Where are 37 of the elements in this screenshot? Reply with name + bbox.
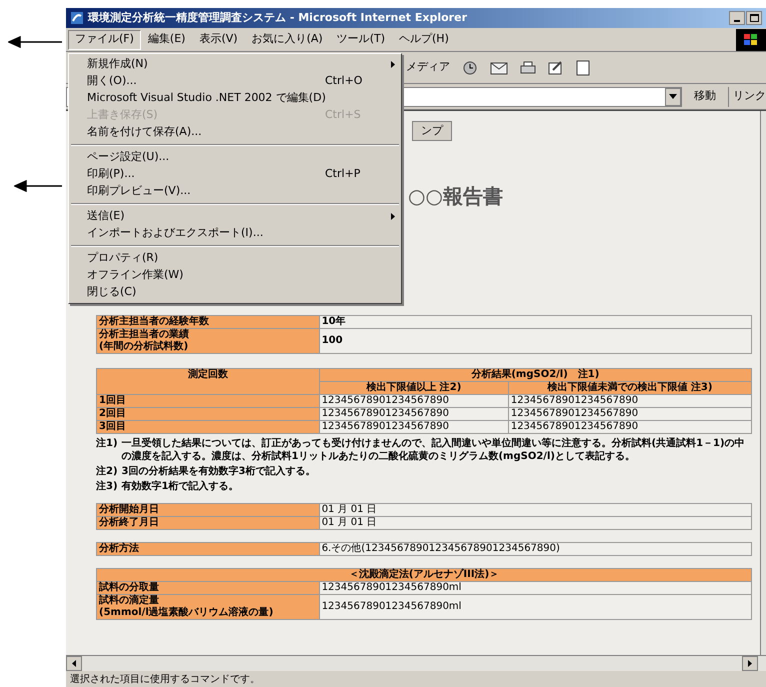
column-header: 検出下限値未満での検出下限値 注3): [508, 382, 752, 394]
note-mark: 注2): [96, 465, 118, 478]
table-cell: 12345678901234567890: [319, 420, 508, 434]
value-cell: 6.その他(123456789012345678901234567890): [319, 542, 752, 556]
note-mark: 注1): [96, 437, 118, 451]
table-cell: 12345678901234567890: [508, 420, 752, 434]
window-title: 環境測定分析統一精度管理調査システム - Microsoft Internet Explorer: [88, 10, 467, 26]
table-cell: 12345678901234567890: [319, 408, 508, 420]
row-header: 3回目: [96, 420, 320, 434]
note-text: 有効数字1桁で記入する。: [122, 480, 238, 493]
value-cell: 01 月 01 日: [319, 516, 752, 530]
note-mark: 注3): [96, 480, 118, 493]
row-header: 2回目: [96, 408, 320, 420]
value-cell: 01 月 01 日: [319, 504, 752, 516]
label-cell: 分析主担当者の業績 (年間の分析試料数): [96, 328, 320, 354]
report-heading: ○○報告書: [408, 183, 503, 210]
note-text: 一旦受領した結果については、訂正があっても受け付けませんので、記入間違いや単位間違い等に注意する。分析試料(共通試料1－1)の中の濃度を記入する。濃度は、分析試料1リットルあたりの二酸化硫黄のミリグラム数(mgSO2/l)として表記する。: [122, 437, 746, 463]
table-cell: 12345678901234567890: [508, 394, 752, 408]
row-header: 1回目: [96, 394, 320, 408]
value-cell: 100: [319, 328, 752, 354]
column-header: 検出下限値以上 注2): [319, 382, 508, 394]
label-cell: 分析終了月日: [96, 516, 320, 530]
table-cell: 12345678901234567890: [508, 408, 752, 420]
value-cell: 12345678901234567890ml: [319, 582, 752, 594]
label-cell: 分析開始月日: [96, 504, 320, 516]
label-cell: 試料の分取量: [96, 582, 320, 594]
column-header: 分析結果(mgSO2/l) 注1): [319, 368, 752, 382]
table-title: ＜沈殿滴定法(アルセナゾIII法)＞: [96, 568, 752, 582]
value-cell: 10年: [319, 316, 752, 328]
status-text: 選択された項目に使用するコマンドです。: [70, 672, 260, 686]
label-cell: 試料の滴定量 (5mmol/l過塩素酸バリウム溶液の量): [96, 594, 320, 620]
label-cell: 分析主担当者の経験年数: [96, 316, 320, 328]
note-text: 3回の分析結果を有効数字3桁で記入する。: [122, 465, 316, 478]
table-cell: 12345678901234567890: [319, 394, 508, 408]
value-cell: 12345678901234567890ml: [319, 594, 752, 620]
label-cell: 分析方法: [96, 542, 320, 556]
column-header: 測定回数: [96, 368, 320, 394]
